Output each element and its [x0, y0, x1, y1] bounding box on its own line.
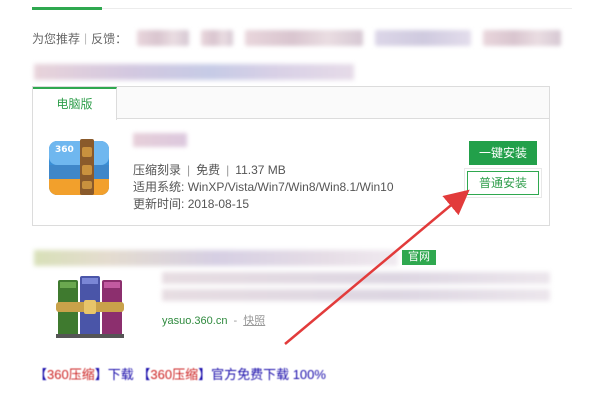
app-update-line: 更新时间: 2018-08-15	[133, 195, 249, 212]
result3-text: 】官方免费下载 100%	[198, 367, 326, 382]
one-click-install-button[interactable]: 一键安装	[469, 141, 537, 165]
result3-bracket: 【	[137, 367, 151, 382]
recommend-item-blurred[interactable]	[201, 30, 234, 46]
app-category: 压缩刻录	[133, 163, 182, 177]
recommend-item-blurred[interactable]	[375, 30, 472, 46]
result2-title-blurred[interactable]	[34, 250, 398, 266]
top-divider	[32, 8, 572, 9]
recommend-label: 为您推荐	[32, 31, 81, 46]
app-icon-label: 360	[55, 145, 74, 155]
url-dash: -	[233, 315, 238, 327]
app-price: 免费	[196, 163, 221, 177]
result2-url-line: yasuo.360.cn - 快照	[162, 312, 265, 328]
app-systems-line: 适用系统: WinXP/Vista/Win7/Win8/Win8.1/Win10	[133, 178, 394, 195]
result2-summary-blurred	[162, 289, 550, 301]
result2-url[interactable]: yasuo.360.cn	[162, 315, 227, 327]
app-name-blurred[interactable]	[133, 133, 187, 147]
tab-pc-version[interactable]: 电脑版	[33, 87, 117, 120]
systems-value: WinXP/Vista/Win7/Win8/Win8.1/Win10	[187, 180, 394, 194]
result1-title-blurred[interactable]	[34, 64, 354, 80]
app-size: 11.37 MB	[235, 163, 286, 177]
result3-highlight: 360压缩	[150, 367, 199, 382]
download-panel: 电脑版 360 压缩刻录 | 免费 | 11.37 MB 适用系统: WinXP/Vis…	[32, 86, 550, 226]
result2-summary-blurred	[162, 272, 550, 284]
feedback-link[interactable]: 反馈：	[91, 30, 127, 47]
top-accent-bar	[32, 7, 102, 10]
app-meta-line: 压缩刻录 | 免费 | 11.37 MB	[133, 163, 286, 177]
recommend-item-blurred[interactable]	[137, 30, 190, 46]
systems-label: 适用系统:	[133, 180, 185, 194]
result3-title[interactable]: 【360压缩】下载 【360压缩】官方免费下载 100%	[34, 364, 326, 383]
official-site-badge: 官网	[402, 250, 436, 265]
recommend-separator: |	[84, 31, 88, 45]
recommend-item-blurred[interactable]	[483, 30, 562, 46]
recommend-item-blurred[interactable]	[245, 30, 364, 46]
result3-text: 】下载	[94, 367, 134, 382]
normal-install-button[interactable]: 普通安装	[467, 171, 539, 195]
update-label: 更新时间:	[133, 197, 185, 211]
recommend-row: 为您推荐 | 反馈：	[32, 28, 562, 48]
winrar-books-icon[interactable]	[56, 272, 126, 342]
update-value: 2018-08-15	[187, 197, 250, 211]
snapshot-link[interactable]: 快照	[243, 315, 265, 327]
result3-bracket: 【	[34, 367, 48, 382]
result3-highlight: 360压缩	[47, 367, 95, 382]
